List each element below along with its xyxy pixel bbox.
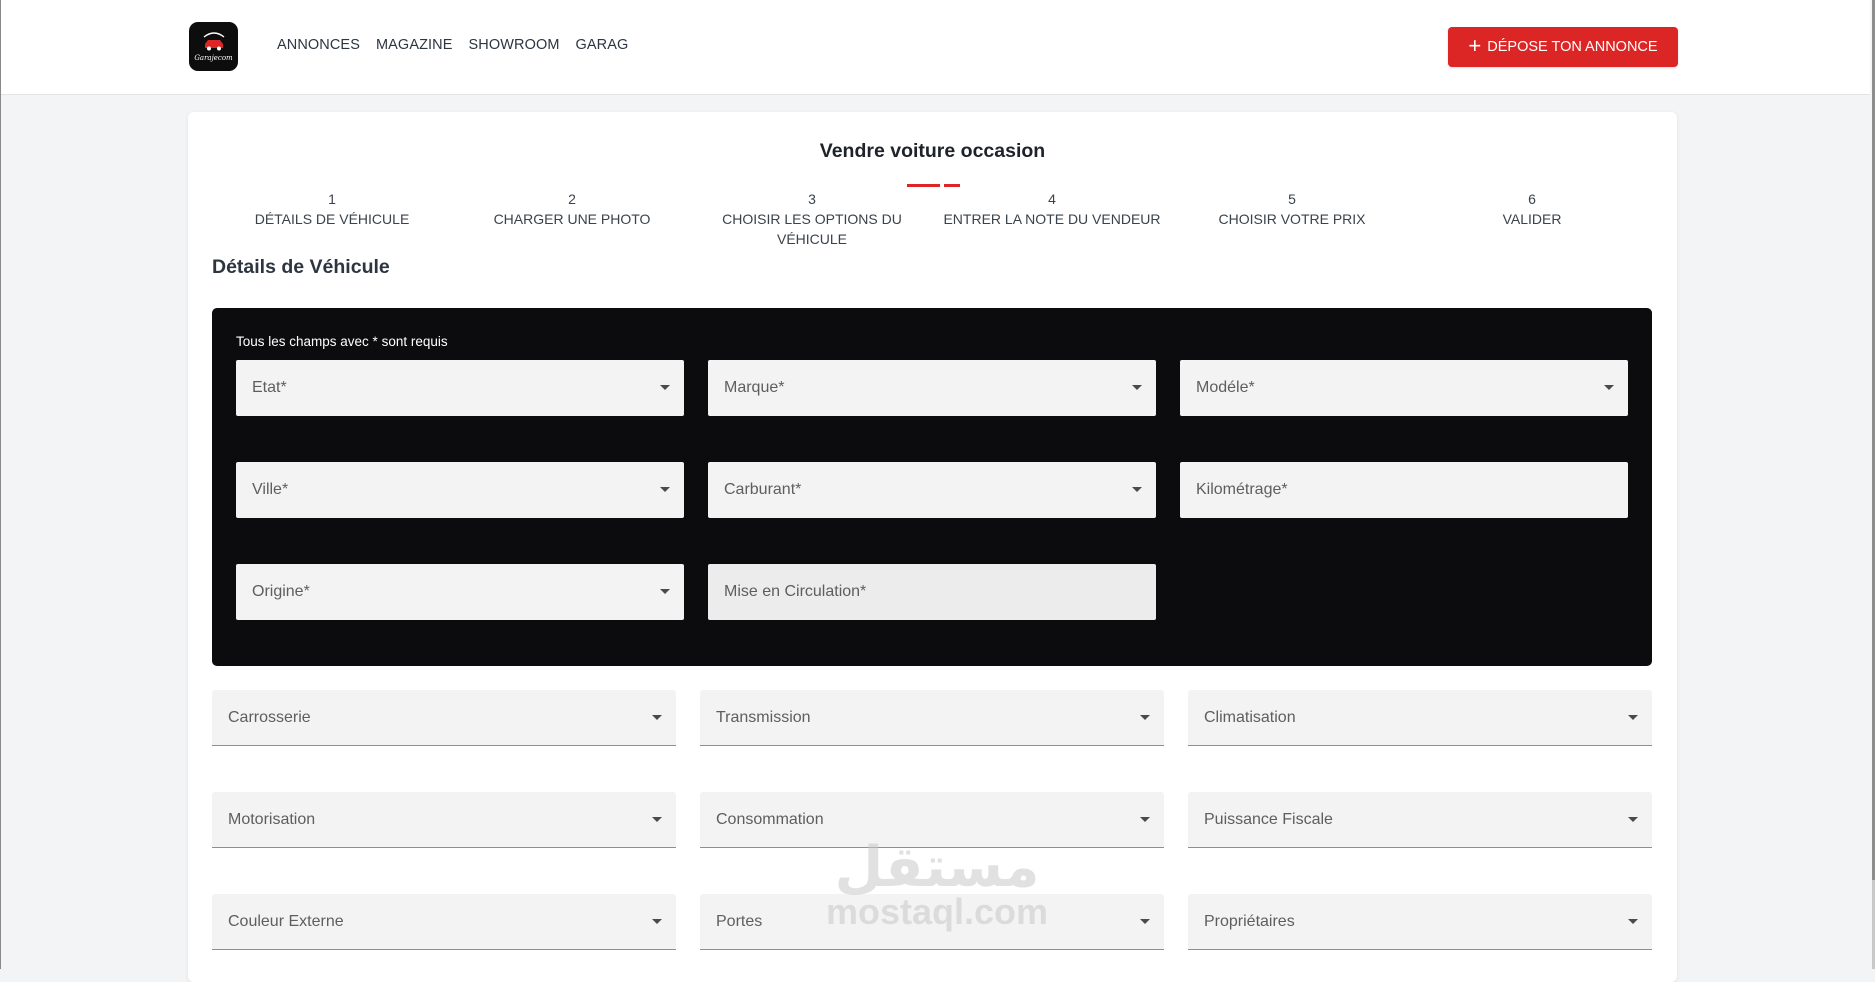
origine-select[interactable]: Origine* xyxy=(236,564,684,620)
depose-annonce-button[interactable]: + DÉPOSE TON ANNONCE xyxy=(1448,27,1678,67)
step-number: 3 xyxy=(808,191,816,207)
couleur-externe-select[interactable]: Couleur Externe xyxy=(212,894,676,950)
modele-select[interactable]: Modéle* xyxy=(1180,360,1628,416)
dropdown-arrow-icon xyxy=(1628,817,1638,822)
step-6[interactable]: 6 VALIDER xyxy=(1412,189,1652,249)
step-5[interactable]: 5 CHOISIR VOTRE PRIX xyxy=(1172,189,1412,249)
climatisation-label: Climatisation xyxy=(1204,709,1296,726)
dropdown-arrow-icon xyxy=(652,715,662,720)
marque-label: Marque* xyxy=(724,379,785,396)
dropdown-arrow-icon xyxy=(1132,385,1142,390)
dropdown-arrow-icon xyxy=(1628,919,1638,924)
step-3[interactable]: 3 CHOISIR LES OPTIONS DU VÉHICULE xyxy=(692,189,932,249)
dropdown-arrow-icon xyxy=(660,487,670,492)
transmission-select[interactable]: Transmission xyxy=(700,690,1164,746)
dropdown-arrow-icon xyxy=(660,589,670,594)
step-2[interactable]: 2 CHARGER UNE PHOTO xyxy=(452,189,692,249)
page-title: Vendre voiture occasion xyxy=(819,140,1046,162)
portes-label: Portes xyxy=(716,913,763,930)
step-number: 5 xyxy=(1288,191,1296,207)
origine-label: Origine* xyxy=(252,583,310,600)
dropdown-arrow-icon xyxy=(652,919,662,924)
main-nav: ANNONCES MAGAZINE SHOWROOM GARAG xyxy=(277,37,628,53)
section-title: Détails de Véhicule xyxy=(212,256,390,278)
mise-en-circulation-label: Mise en Circulation* xyxy=(724,583,867,600)
proprietaires-label: Propriétaires xyxy=(1204,913,1295,930)
depose-annonce-label: DÉPOSE TON ANNONCE xyxy=(1487,39,1658,55)
motorisation-select[interactable]: Motorisation xyxy=(212,792,676,848)
portes-select[interactable]: Portes xyxy=(700,894,1164,950)
step-label: CHOISIR LES OPTIONS DU VÉHICULE xyxy=(722,211,902,247)
step-4[interactable]: 4 ENTRER LA NOTE DU VENDEUR xyxy=(932,189,1172,249)
carburant-select[interactable]: Carburant* xyxy=(708,462,1156,518)
carrosserie-label: Carrosserie xyxy=(228,709,311,726)
nav-annonces[interactable]: ANNONCES xyxy=(277,37,360,53)
stepper-progress-segment xyxy=(907,184,940,187)
sell-car-card: Vendre voiture occasion 1 DÉTAILS DE VÉH… xyxy=(188,112,1677,982)
step-label: CHARGER UNE PHOTO xyxy=(493,211,651,227)
carrosserie-select[interactable]: Carrosserie xyxy=(212,690,676,746)
top-navbar: Garajecom ANNONCES MAGAZINE SHOWROOM GAR… xyxy=(1,0,1870,95)
dropdown-arrow-icon xyxy=(1140,919,1150,924)
garajecom-logo[interactable]: Garajecom xyxy=(189,22,238,71)
step-number: 4 xyxy=(1048,191,1056,207)
step-label: ENTRER LA NOTE DU VENDEUR xyxy=(943,211,1161,227)
dropdown-arrow-icon xyxy=(660,385,670,390)
puissance-fiscale-select[interactable]: Puissance Fiscale xyxy=(1188,792,1652,848)
nav-magazine[interactable]: MAGAZINE xyxy=(376,37,453,53)
step-number: 6 xyxy=(1528,191,1536,207)
dropdown-arrow-icon xyxy=(1604,385,1614,390)
puissance-fiscale-label: Puissance Fiscale xyxy=(1204,811,1333,828)
step-number: 1 xyxy=(328,191,336,207)
modele-label: Modéle* xyxy=(1196,379,1255,396)
mise-en-circulation-input[interactable]: Mise en Circulation* xyxy=(708,564,1156,620)
ville-label: Ville* xyxy=(252,481,289,498)
dropdown-arrow-icon xyxy=(1140,715,1150,720)
dropdown-arrow-icon xyxy=(652,817,662,822)
consommation-select[interactable]: Consommation xyxy=(700,792,1164,848)
dropdown-arrow-icon xyxy=(1628,715,1638,720)
climatisation-select[interactable]: Climatisation xyxy=(1188,690,1652,746)
nav-garag[interactable]: GARAG xyxy=(576,37,629,53)
logo-wordmark: Garajecom xyxy=(194,54,233,62)
ville-select[interactable]: Ville* xyxy=(236,462,684,518)
marque-select[interactable]: Marque* xyxy=(708,360,1156,416)
dropdown-arrow-icon xyxy=(1132,487,1142,492)
carburant-label: Carburant* xyxy=(724,481,802,498)
plus-icon: + xyxy=(1468,33,1482,58)
etat-label: Etat* xyxy=(252,379,287,396)
window-edge xyxy=(0,0,1,969)
kilometrage-label: Kilométrage* xyxy=(1196,481,1288,498)
step-1[interactable]: 1 DÉTAILS DE VÉHICULE xyxy=(212,189,452,249)
kilometrage-input[interactable]: Kilométrage* xyxy=(1180,462,1628,518)
proprietaires-select[interactable]: Propriétaires xyxy=(1188,894,1652,950)
step-label: DÉTAILS DE VÉHICULE xyxy=(254,211,410,227)
motorisation-label: Motorisation xyxy=(228,811,316,828)
couleur-externe-label: Couleur Externe xyxy=(228,913,344,930)
car-logo-icon xyxy=(203,32,224,51)
dropdown-arrow-icon xyxy=(1140,817,1150,822)
step-label: CHOISIR VOTRE PRIX xyxy=(1218,211,1366,227)
nav-showroom[interactable]: SHOWROOM xyxy=(469,37,560,53)
step-label: VALIDER xyxy=(1502,211,1562,227)
required-fields-panel: Tous les champs avec * sont requis Etat*… xyxy=(212,308,1652,666)
consommation-label: Consommation xyxy=(716,811,824,828)
required-note: Tous les champs avec * sont requis xyxy=(236,334,448,349)
etat-select[interactable]: Etat* xyxy=(236,360,684,416)
step-number: 2 xyxy=(568,191,576,207)
stepper-progress-segment xyxy=(944,184,960,187)
transmission-label: Transmission xyxy=(716,709,811,726)
stepper: 1 DÉTAILS DE VÉHICULE 2 CHARGER UNE PHOT… xyxy=(212,189,1652,249)
